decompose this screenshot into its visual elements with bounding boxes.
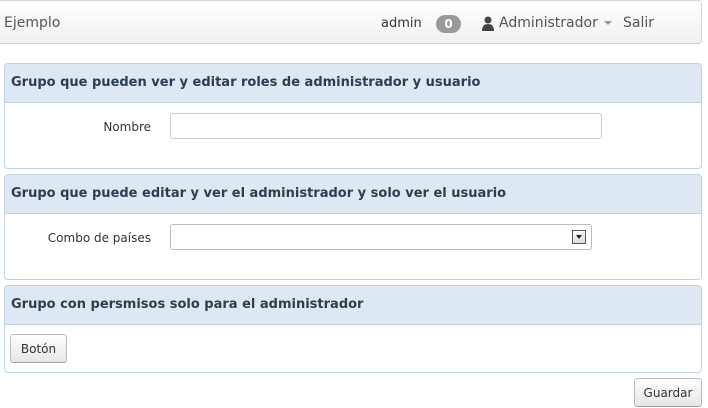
role-dropdown-label: Administrador (499, 15, 598, 31)
current-user-label: admin (381, 16, 422, 31)
panel-heading: Grupo con persmisos solo para el adminis… (5, 286, 701, 325)
brand-link[interactable]: Ejemplo (4, 15, 60, 31)
panel-heading: Grupo que pueden ver y editar roles de a… (5, 64, 701, 103)
generic-button[interactable]: Botón (10, 334, 67, 363)
name-input[interactable] (170, 113, 602, 139)
name-field-label: Nombre (103, 120, 151, 134)
role-dropdown[interactable]: Administrador (481, 15, 612, 31)
person-icon (482, 16, 494, 31)
notification-badge[interactable]: 0 (436, 15, 461, 33)
top-navbar: Ejemplo admin 0 Administrador Salir (0, 0, 702, 44)
panel-heading: Grupo que puede editar y ver el administ… (5, 175, 701, 214)
logout-link[interactable]: Salir (623, 15, 654, 31)
dropdown-arrow-icon[interactable] (572, 230, 586, 244)
save-button[interactable]: Guardar (634, 378, 702, 407)
countries-combo-label: Combo de países (47, 231, 151, 245)
countries-select[interactable] (170, 224, 592, 250)
panel-admin-user-edit: Grupo que pueden ver y editar roles de a… (4, 63, 702, 169)
caret-down-icon (603, 21, 612, 25)
panel-admin-only: Grupo con persmisos solo para el adminis… (4, 285, 702, 373)
panel-admin-edit-user-view: Grupo que puede editar y ver el administ… (4, 174, 702, 280)
